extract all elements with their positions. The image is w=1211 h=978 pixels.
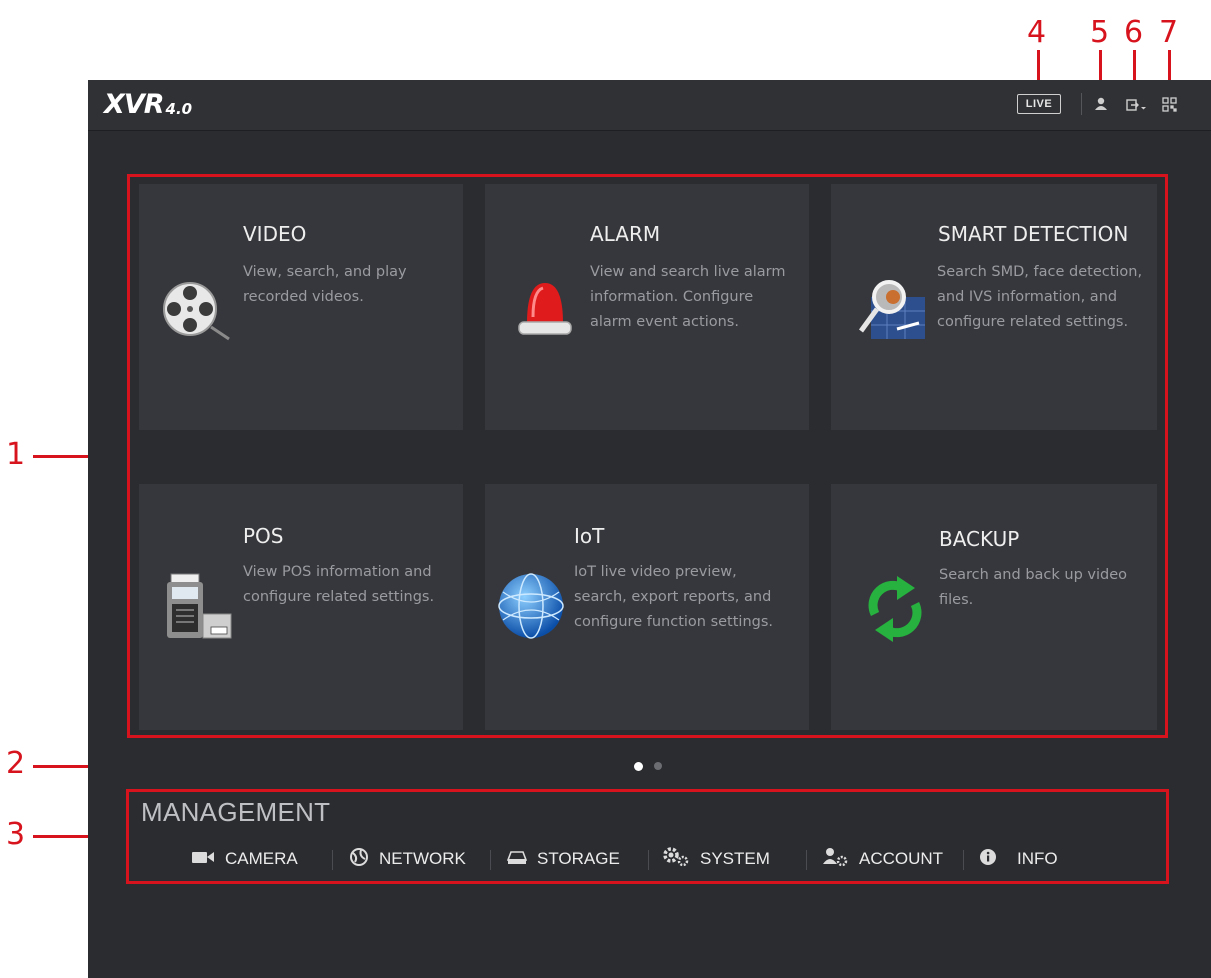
tile-description: Search SMD, face detection, and IVS info… <box>937 264 1143 330</box>
management-label: STORAGE <box>537 849 620 868</box>
management-info[interactable]: INFO <box>979 847 1058 871</box>
gears-icon <box>662 846 690 873</box>
topbar-divider <box>1081 93 1082 115</box>
management-divider <box>648 850 649 870</box>
sync-icon <box>863 574 927 649</box>
management-account[interactable]: ACCOUNT <box>821 847 943 871</box>
network-globe-icon <box>349 847 369 872</box>
tile-title: VIDEO <box>243 222 307 246</box>
management-divider <box>332 850 333 870</box>
tile-description: Search and back up video files. <box>939 567 1127 608</box>
pos-terminal-icon <box>165 572 233 645</box>
management-network[interactable]: NETWORK <box>349 847 466 871</box>
film-reel-icon <box>163 279 235 348</box>
tile-description: View POS information and configure relat… <box>243 564 435 605</box>
qr-code-icon[interactable] <box>1160 95 1180 115</box>
tile-backup[interactable]: BACKUP Search and back up video files. <box>831 484 1157 730</box>
tile-title: BACKUP <box>939 527 1020 551</box>
tile-smart-detection[interactable]: SMART DETECTION Search SMD, face detecti… <box>831 184 1157 430</box>
callout-number-5: 5 <box>1090 15 1110 50</box>
callout-number-4: 4 <box>1027 15 1047 50</box>
tile-video[interactable]: VIDEO View, search, and play recorded vi… <box>139 184 463 430</box>
tile-description: IoT live video preview, search, export r… <box>574 564 774 630</box>
tile-pos[interactable]: POS View POS information and configure r… <box>139 484 463 730</box>
globe-icon <box>497 572 565 645</box>
camera-icon <box>191 850 215 869</box>
callout-number-3: 3 <box>6 817 26 852</box>
alarm-light-icon <box>515 277 575 344</box>
callout-number-1: 1 <box>6 437 26 472</box>
logo-text: XVR <box>104 89 165 120</box>
tile-title: IoT <box>574 524 605 548</box>
callout-number-6: 6 <box>1124 15 1144 50</box>
callout-number-7: 7 <box>1159 15 1179 50</box>
tile-iot[interactable]: IoT IoT live video preview, search, expo… <box>485 484 809 730</box>
management-label: NETWORK <box>379 849 466 868</box>
live-button[interactable]: LIVE <box>1017 94 1061 114</box>
hard-disk-icon <box>506 848 528 871</box>
logo-version: 4.0 <box>165 100 193 118</box>
tile-alarm[interactable]: ALARM View and search live alarm informa… <box>485 184 809 430</box>
logout-dropdown-icon[interactable] <box>1124 95 1148 115</box>
management-divider <box>963 850 964 870</box>
management-title: MANAGEMENT <box>141 797 331 827</box>
tile-description: View and search live alarm information. … <box>590 264 786 330</box>
tile-title: POS <box>243 524 284 548</box>
user-icon[interactable] <box>1091 95 1111 115</box>
management-label: INFO <box>1017 849 1058 868</box>
tile-title: SMART DETECTION <box>938 222 1129 246</box>
tile-title: ALARM <box>590 222 661 246</box>
info-icon <box>979 848 997 871</box>
management-camera[interactable]: CAMERA <box>191 847 298 871</box>
management-divider <box>806 850 807 870</box>
management-divider <box>490 850 491 870</box>
pager-dot-active[interactable] <box>634 762 643 771</box>
callout-number-2: 2 <box>6 746 26 781</box>
management-label: SYSTEM <box>700 849 770 868</box>
tile-description: View, search, and play recorded videos. <box>243 264 407 305</box>
xvr-logo: XVR 4.0 <box>104 90 192 120</box>
management-label: ACCOUNT <box>859 849 944 868</box>
management-storage[interactable]: STORAGE <box>506 847 620 871</box>
management-label: CAMERA <box>225 849 298 868</box>
account-gear-icon <box>821 846 849 873</box>
pager-dot[interactable] <box>654 762 662 770</box>
magnifier-icon <box>857 277 927 346</box>
management-system[interactable]: SYSTEM <box>662 846 770 873</box>
top-bar: XVR 4.0 LIVE <box>88 80 1211 131</box>
